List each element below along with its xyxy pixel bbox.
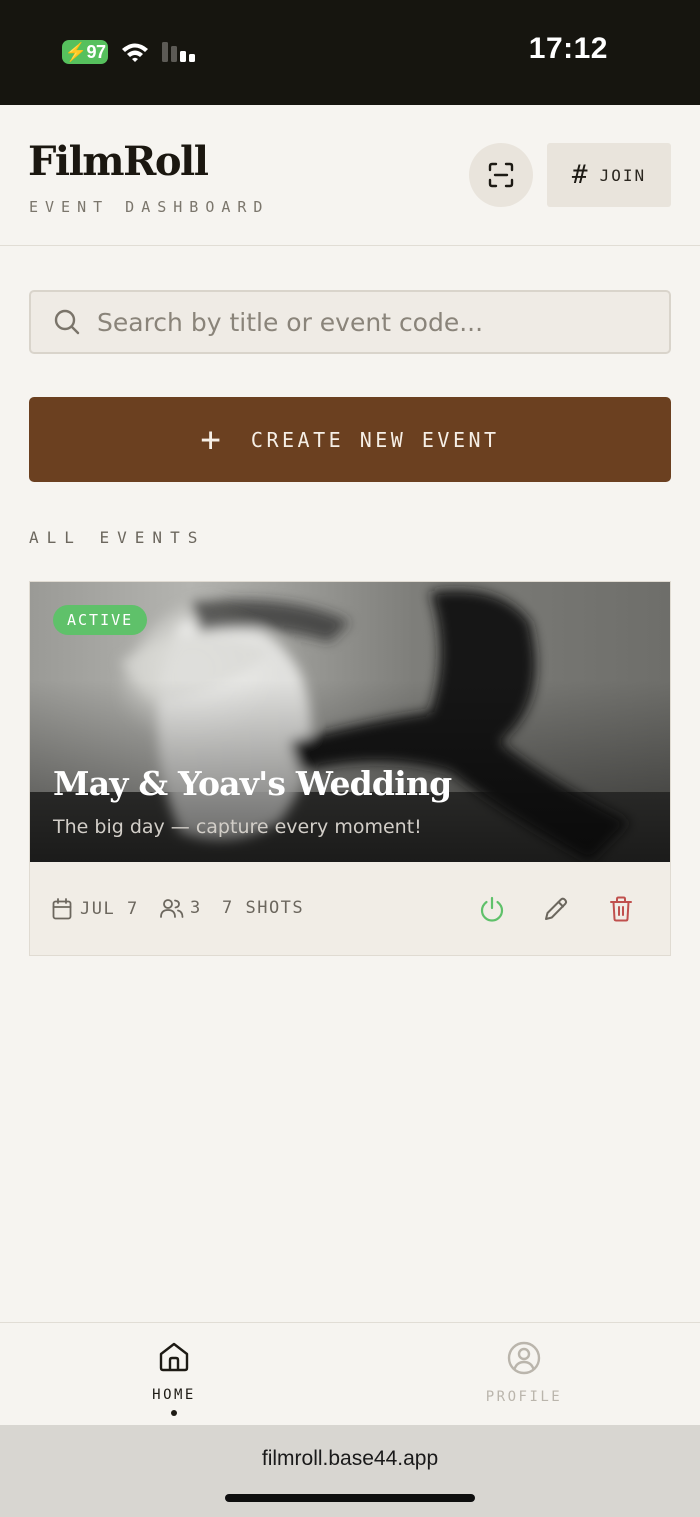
battery-icon: ⚡97 (62, 40, 108, 64)
join-button[interactable]: # JOIN (547, 143, 671, 207)
event-date-label: JUL 7 (80, 899, 139, 919)
search-bar[interactable] (29, 290, 671, 354)
event-card[interactable]: ACTIVE May & Yoav's Wedding The big day … (29, 581, 671, 956)
event-card-footer: JUL 7 3 7 SHOTS (30, 862, 670, 955)
wifi-icon (122, 43, 148, 62)
hash-icon: # (571, 160, 588, 190)
scan-button[interactable] (469, 143, 533, 207)
search-input[interactable] (97, 307, 657, 337)
status-badge: ACTIVE (53, 605, 148, 635)
home-indicator (225, 1494, 475, 1502)
profile-icon (507, 1341, 541, 1375)
plus-icon: + (200, 419, 221, 460)
trash-icon (610, 896, 632, 922)
calendar-icon (52, 898, 72, 920)
brand-logo: FilmRoll (28, 138, 209, 185)
event-title: May & Yoav's Wedding (53, 764, 452, 803)
nav-profile-label: PROFILE (485, 1389, 563, 1405)
nav-home[interactable]: HOME (114, 1341, 234, 1416)
users-icon (160, 899, 184, 918)
home-icon (159, 1342, 189, 1372)
event-cover-image[interactable]: ACTIVE May & Yoav's Wedding The big day … (30, 582, 670, 862)
event-guests-count: 3 (190, 898, 202, 918)
app-header: FilmRoll EVENT DASHBOARD # JOIN (0, 105, 700, 246)
delete-event-button[interactable] (608, 896, 634, 922)
event-shots: 7 SHOTS (222, 898, 305, 918)
status-time: 17:12 (528, 32, 608, 65)
edit-event-button[interactable] (543, 896, 569, 922)
scan-icon (488, 162, 514, 188)
battery-level: 97 (86, 42, 106, 62)
cellular-icon (162, 42, 195, 62)
pencil-icon (545, 897, 568, 920)
event-date: JUL 7 (52, 898, 139, 920)
brand-subtitle: EVENT DASHBOARD (29, 198, 270, 216)
search-icon (53, 308, 81, 336)
power-icon (480, 896, 504, 922)
bottom-nav: HOME PROFILE (0, 1322, 700, 1425)
nav-profile[interactable]: PROFILE (464, 1341, 584, 1405)
nav-home-label: HOME (152, 1387, 196, 1403)
toggle-active-button[interactable] (479, 896, 505, 922)
nav-active-indicator (171, 1410, 177, 1416)
create-event-label: CREATE NEW EVENT (250, 427, 500, 452)
browser-url-bar[interactable]: filmroll.base44.app (0, 1425, 700, 1517)
create-event-button[interactable]: + CREATE NEW EVENT (29, 397, 671, 482)
section-heading: ALL EVENTS (29, 528, 206, 547)
charging-bolt: ⚡ (64, 42, 87, 62)
url-text[interactable]: filmroll.base44.app (0, 1447, 700, 1471)
event-guests: 3 (160, 898, 202, 918)
event-subtitle: The big day — capture every moment! (53, 816, 422, 838)
status-bar: ⚡97 17:12 (0, 0, 700, 105)
join-label: JOIN (599, 165, 647, 185)
